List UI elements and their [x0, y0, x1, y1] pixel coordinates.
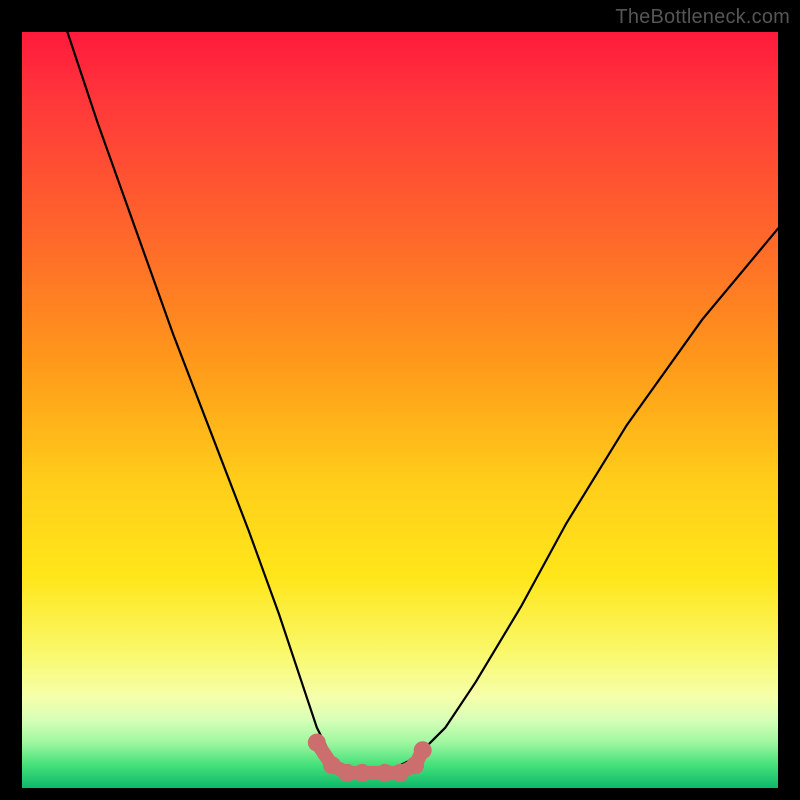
trough-marker-dot	[308, 734, 326, 752]
bottleneck-curve-path	[67, 32, 778, 773]
plot-area	[22, 32, 778, 788]
chart-frame: TheBottleneck.com	[0, 0, 800, 800]
trough-marker-dot	[414, 741, 432, 759]
trough-marker-group	[308, 734, 432, 782]
bottleneck-curve-svg	[22, 32, 778, 788]
watermark-text: TheBottleneck.com	[615, 6, 790, 29]
trough-marker-dot	[353, 764, 371, 782]
